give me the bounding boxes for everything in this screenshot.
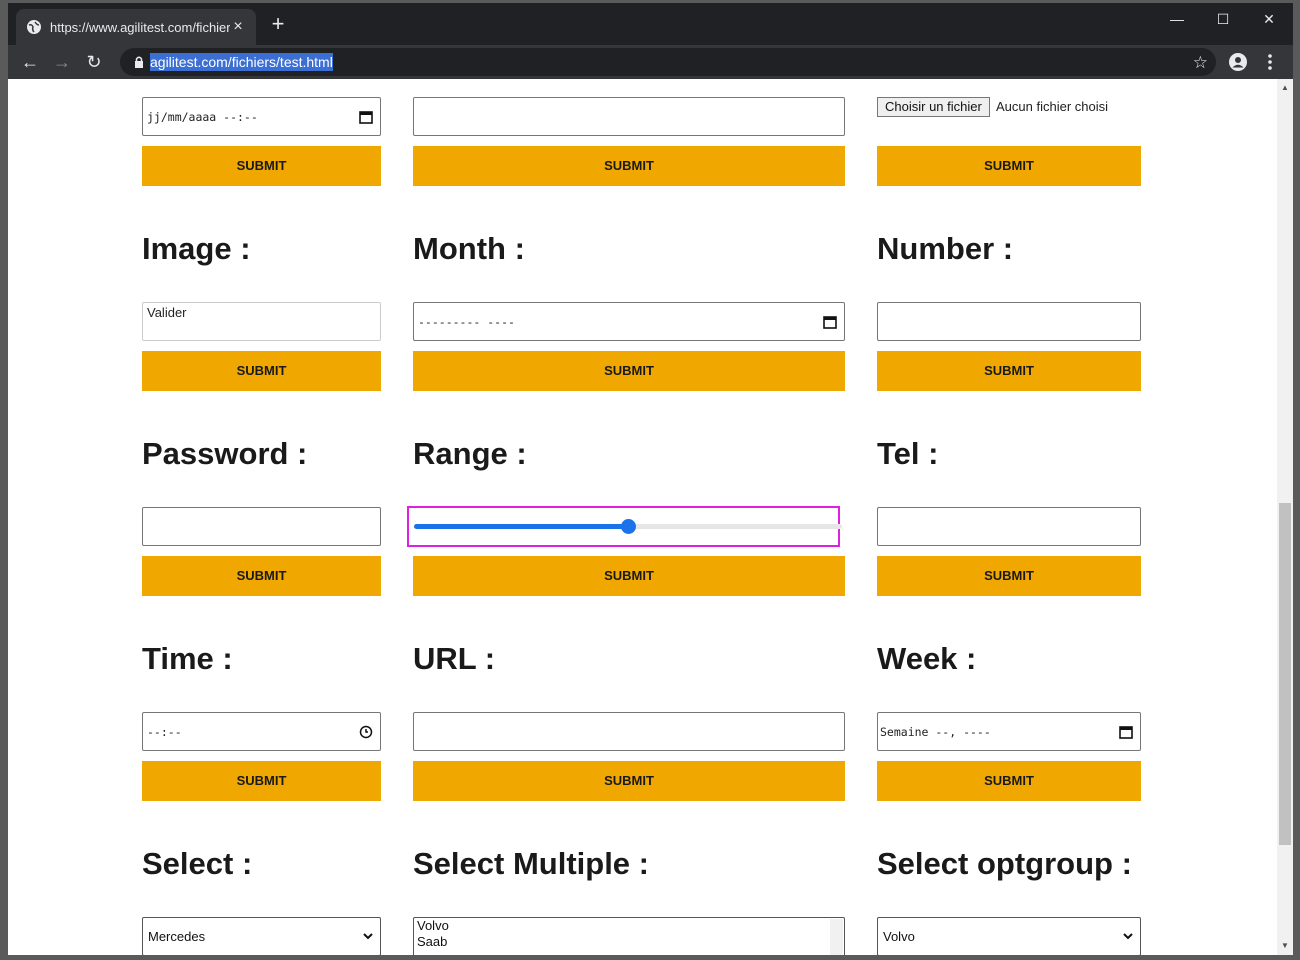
scroll-up-icon[interactable]: ▲ — [1277, 81, 1293, 95]
lock-icon — [135, 56, 143, 68]
new-tab-button[interactable]: + — [266, 13, 290, 37]
select-optgroup-heading: Select optgroup : — [877, 846, 1132, 881]
browser-tab[interactable]: https://www.agilitest.com/fichiers/test.… — [16, 9, 256, 45]
text-input-top[interactable] — [413, 97, 845, 136]
optgroup-select[interactable]: Volvo — [877, 917, 1141, 955]
reload-icon[interactable]: ↻ — [82, 50, 106, 74]
submit-button[interactable]: SUBMIT — [877, 761, 1141, 801]
month-heading: Month : — [413, 231, 525, 266]
globe-icon — [27, 20, 41, 34]
url-heading: URL : — [413, 641, 496, 676]
menu-dots-icon[interactable] — [1264, 53, 1276, 71]
close-tab-icon[interactable]: × — [230, 18, 246, 36]
address-bar[interactable]: agilitest.com/fichiers/test.html ☆ — [120, 48, 1216, 76]
scroll-down-icon[interactable]: ▼ — [1277, 939, 1293, 953]
chevron-down-icon — [1123, 933, 1133, 940]
range-fill — [414, 524, 628, 529]
choose-file-button[interactable]: Choisir un fichier — [877, 97, 990, 117]
month-input[interactable]: --------- ---- — [413, 302, 845, 341]
bookmark-star-icon[interactable]: ☆ — [1193, 53, 1208, 73]
scroll-thumb[interactable] — [1279, 503, 1291, 845]
url-text[interactable]: agilitest.com/fichiers/test.html — [150, 53, 333, 71]
list-item[interactable]: Saab — [417, 934, 447, 949]
submit-button[interactable]: SUBMIT — [413, 556, 845, 596]
page-scrollbar[interactable]: ▲ ▼ — [1277, 79, 1293, 955]
submit-button[interactable]: SUBMIT — [142, 761, 381, 801]
select-multiple-list[interactable]: Volvo Saab — [413, 917, 845, 955]
number-heading: Number : — [877, 231, 1014, 266]
password-input[interactable] — [142, 507, 381, 546]
time-heading: Time : — [142, 641, 233, 676]
file-status: Aucun fichier choisi — [996, 99, 1108, 114]
profile-icon[interactable] — [1228, 52, 1248, 72]
submit-button[interactable]: SUBMIT — [413, 351, 845, 391]
submit-button[interactable]: SUBMIT — [877, 146, 1141, 186]
submit-button[interactable]: SUBMIT — [142, 146, 381, 186]
url-input[interactable] — [413, 712, 845, 751]
back-arrow-icon[interactable]: ← — [18, 50, 42, 74]
select-multiple-heading: Select Multiple : — [413, 846, 649, 881]
week-heading: Week : — [877, 641, 977, 676]
range-thumb[interactable] — [621, 519, 636, 534]
password-heading: Password : — [142, 436, 308, 471]
calendar-icon[interactable] — [358, 109, 374, 125]
forward-arrow-icon[interactable]: → — [50, 50, 74, 74]
title-bar: https://www.agilitest.com/fichiers/test.… — [8, 3, 1293, 45]
calendar-icon[interactable] — [1118, 724, 1134, 740]
chevron-down-icon — [363, 933, 373, 940]
clock-icon[interactable] — [358, 724, 374, 740]
car-select[interactable]: Mercedes — [142, 917, 381, 955]
submit-button[interactable]: SUBMIT — [413, 761, 845, 801]
image-heading: Image : — [142, 231, 251, 266]
close-window-button[interactable]: ✕ — [1246, 7, 1292, 31]
calendar-icon[interactable] — [822, 314, 838, 330]
page-viewport: jj/mm/aaaa --:-- Choisir un fichier Aucu… — [8, 79, 1293, 955]
submit-button[interactable]: SUBMIT — [877, 351, 1141, 391]
tel-heading: Tel : — [877, 436, 939, 471]
week-input[interactable]: Semaine --, ---- — [877, 712, 1141, 751]
datetime-input[interactable]: jj/mm/aaaa --:-- — [142, 97, 381, 136]
select-heading: Select : — [142, 846, 253, 881]
list-scrollbar[interactable] — [830, 919, 843, 955]
submit-button[interactable]: SUBMIT — [877, 556, 1141, 596]
image-submit-input[interactable]: Valider — [142, 302, 381, 341]
range-heading: Range : — [413, 436, 527, 471]
tab-title: https://www.agilitest.com/fichiers/test.… — [50, 19, 230, 35]
maximize-button[interactable]: ☐ — [1200, 7, 1246, 31]
tel-input[interactable] — [877, 507, 1141, 546]
submit-button[interactable]: SUBMIT — [142, 556, 381, 596]
browser-window: https://www.agilitest.com/fichiers/test.… — [8, 3, 1293, 955]
list-item[interactable]: Volvo — [417, 918, 449, 933]
browser-toolbar: ← → ↻ agilitest.com/fichiers/test.html ☆ — [8, 45, 1293, 79]
number-input[interactable] — [877, 302, 1141, 341]
submit-button[interactable]: SUBMIT — [413, 146, 845, 186]
broken-image-alt: Valider — [147, 305, 187, 320]
time-input[interactable]: --:-- — [142, 712, 381, 751]
minimize-button[interactable]: — — [1154, 7, 1200, 31]
submit-button[interactable]: SUBMIT — [142, 351, 381, 391]
